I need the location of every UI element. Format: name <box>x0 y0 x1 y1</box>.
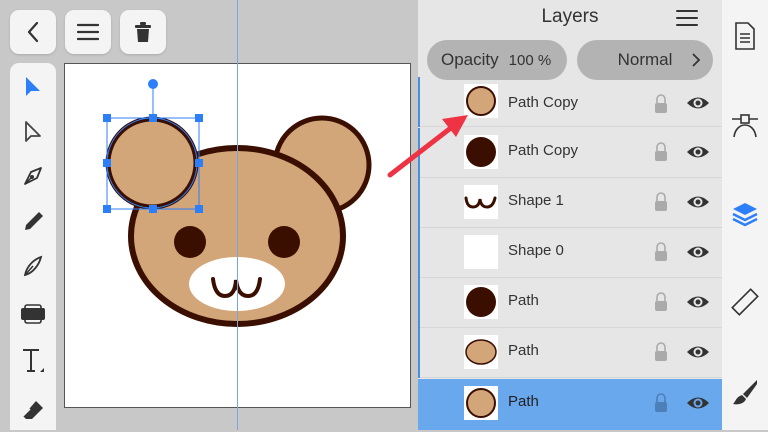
blend-mode-value: Normal <box>617 50 673 69</box>
layer-thumbnail <box>464 285 498 319</box>
layer-thumbnail <box>464 235 498 269</box>
brush-button[interactable] <box>722 370 768 414</box>
eye-icon[interactable] <box>686 394 710 412</box>
eye-icon[interactable] <box>686 94 710 112</box>
layer-name: Shape 1 <box>508 192 564 209</box>
document-icon <box>735 22 755 50</box>
annotation-arrow <box>387 115 468 178</box>
lock-icon[interactable] <box>654 393 668 413</box>
layer-name: Path <box>508 342 539 359</box>
layer-name: Shape 0 <box>508 242 564 259</box>
node-panel-button[interactable] <box>722 104 768 148</box>
layer-thumbnail <box>464 335 498 369</box>
layer-name: Path Copy <box>508 142 579 159</box>
layer-row[interactable]: Shape 1 <box>418 178 722 228</box>
lock-icon[interactable] <box>654 192 668 212</box>
eye-icon[interactable] <box>686 243 710 261</box>
opacity-control[interactable]: Opacity 100 % <box>427 40 567 80</box>
layer-thumbnail <box>464 386 498 420</box>
layers-button[interactable] <box>722 192 768 236</box>
row-indicator <box>418 178 420 228</box>
ruler-button[interactable] <box>722 280 768 324</box>
lock-icon[interactable] <box>654 242 668 262</box>
layers-panel: Layers Opacity 100 % Normal Path Copy Pa… <box>418 0 722 430</box>
row-indicator <box>418 278 420 328</box>
right-sidebar <box>722 0 768 430</box>
lock-icon[interactable] <box>654 292 668 312</box>
selection-box[interactable] <box>0 0 418 430</box>
document-button[interactable] <box>722 14 768 58</box>
layer-row[interactable]: Path <box>418 328 722 378</box>
eye-icon[interactable] <box>686 143 710 161</box>
row-indicator <box>418 328 420 378</box>
layer-name: Path Copy <box>508 94 579 111</box>
eye-icon[interactable] <box>686 193 710 211</box>
chevron-right-icon <box>692 53 701 67</box>
layer-row-selected[interactable]: Path <box>418 379 722 430</box>
layer-row[interactable]: Path <box>418 278 722 328</box>
brush-icon <box>733 380 757 405</box>
layers-icon <box>732 203 758 227</box>
eye-icon[interactable] <box>686 293 710 311</box>
opacity-label: Opacity <box>441 50 499 69</box>
lock-icon[interactable] <box>654 94 668 114</box>
layer-thumbnail <box>464 185 498 219</box>
ruler-icon <box>731 288 759 316</box>
panel-menu-icon[interactable] <box>676 9 698 27</box>
blend-mode-select[interactable]: Normal <box>577 40 713 80</box>
layer-name: Path <box>508 393 539 410</box>
row-indicator <box>418 228 420 278</box>
node-panel-icon <box>732 114 758 138</box>
eye-icon[interactable] <box>686 343 710 361</box>
lock-icon[interactable] <box>654 342 668 362</box>
layer-name: Path <box>508 292 539 309</box>
lock-icon[interactable] <box>654 142 668 162</box>
opacity-value: 100 % <box>508 51 552 69</box>
layer-row[interactable]: Shape 0 <box>418 228 722 278</box>
